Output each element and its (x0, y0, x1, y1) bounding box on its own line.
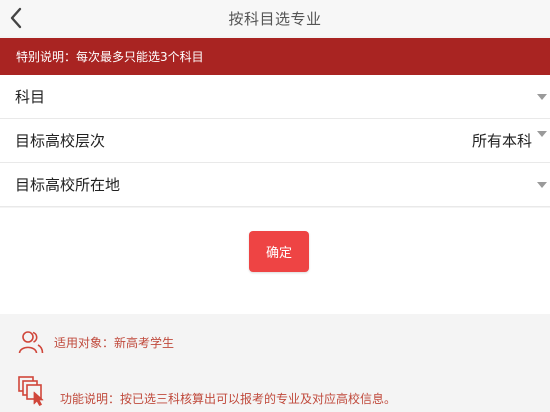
users-icon (18, 331, 44, 354)
subject-selector[interactable]: 科目 (0, 75, 550, 119)
confirm-button[interactable]: 确定 (249, 231, 309, 272)
school-level-label: 目标高校层次 (15, 132, 106, 150)
description-line: 功能说明：按已选三科核算出可以报考的专业及对应高校信息。 (18, 374, 396, 407)
description-text: 功能说明：按已选三科核算出可以报考的专业及对应高校信息。 (60, 392, 397, 406)
school-level-selector[interactable]: 目标高校层次 所有本科 (0, 119, 550, 163)
top-nav-bar: 按科目选专业 (0, 0, 550, 36)
info-section: 适用对象：新高考学生 功能说明：按已选三科核算出可以报考的专业及对应高校信息。 (0, 316, 550, 412)
select-cursor-icon (18, 375, 44, 406)
dropdown-caret-icon (537, 94, 547, 100)
button-area: 确定 (0, 208, 550, 314)
filter-form: 科目 目标高校层次 所有本科 目标高校所在地 (0, 75, 550, 207)
dropdown-caret-icon (537, 131, 547, 137)
school-location-selector[interactable]: 目标高校所在地 (0, 163, 550, 207)
school-location-label: 目标高校所在地 (15, 176, 121, 194)
back-button[interactable] (4, 2, 28, 34)
notice-text: 特别说明：每次最多只能选3个科目 (16, 50, 204, 64)
subject-label: 科目 (15, 88, 46, 106)
audience-text: 适用对象：新高考学生 (54, 335, 175, 350)
notice-banner: 特别说明：每次最多只能选3个科目 (0, 38, 550, 75)
audience-line: 适用对象：新高考学生 (18, 330, 174, 354)
school-level-value: 所有本科 (471, 132, 532, 150)
page-title: 按科目选专业 (228, 9, 322, 28)
chevron-left-icon (10, 7, 22, 29)
dropdown-caret-icon (537, 182, 547, 188)
